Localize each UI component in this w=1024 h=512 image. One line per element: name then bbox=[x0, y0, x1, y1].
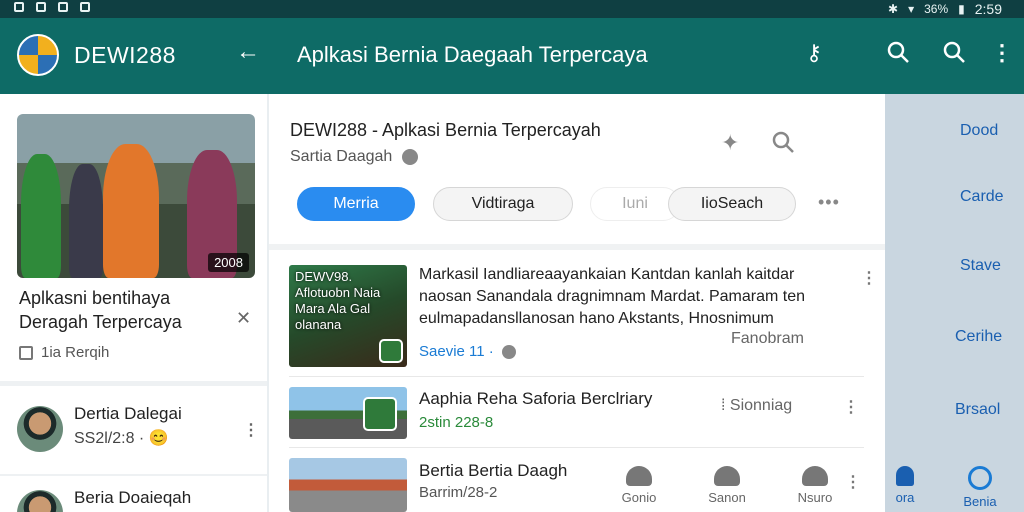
item-thumbnail[interactable] bbox=[289, 458, 407, 512]
item-meta-text: Saevie 11 · bbox=[419, 343, 494, 360]
clock: 2:59 bbox=[974, 1, 1002, 17]
avatar[interactable] bbox=[17, 490, 63, 512]
more-vert-icon[interactable]: ⋮ bbox=[991, 40, 1013, 66]
pipe-icon: ⁞ bbox=[721, 397, 730, 414]
notification-icon bbox=[36, 2, 46, 12]
more-vert-icon[interactable]: ⋮ bbox=[845, 472, 861, 492]
search-icon[interactable] bbox=[771, 130, 795, 160]
main-panel: DEWI288 - Aplkasi Bernia Terpercayah Sar… bbox=[269, 94, 915, 512]
left-panel: 2008 Aplkasni bentihaya Deragah Terperca… bbox=[0, 94, 267, 512]
right-panel: Dood Carde Stave Cerihe Brsaol ora Benia bbox=[885, 94, 1024, 512]
feature-card-title[interactable]: Aplkasni bentihaya Deragah Terpercaya bbox=[19, 286, 229, 334]
nav-right-2[interactable]: Benia bbox=[955, 466, 1005, 509]
contact-name[interactable]: Beria Doaieqah bbox=[74, 488, 191, 508]
content-title: DEWI288 - Aplkasi Bernia Terpercayah bbox=[290, 120, 601, 140]
list-icon bbox=[19, 345, 33, 360]
person-icon bbox=[802, 466, 828, 486]
status-right: ✱ ▾ 36% ▮ 2:59 bbox=[888, 1, 1002, 17]
home-icon bbox=[626, 466, 652, 486]
bookmark-icon bbox=[896, 466, 914, 486]
item-thumbnail[interactable] bbox=[289, 387, 407, 439]
more-horiz-icon[interactable]: ••• bbox=[818, 192, 840, 213]
image-icon bbox=[58, 2, 68, 12]
contact-name[interactable]: Dertia Dalegai bbox=[74, 404, 182, 424]
chip-filter[interactable]: Iuni bbox=[590, 187, 680, 221]
right-menu-item[interactable]: Cerihe bbox=[955, 328, 1002, 346]
more-vert-icon[interactable]: ⋮ bbox=[861, 268, 877, 288]
back-icon[interactable]: ← bbox=[236, 38, 260, 66]
app-icon bbox=[379, 339, 403, 363]
battery-icon: ▮ bbox=[958, 2, 965, 16]
feature-thumbnail[interactable]: 2008 bbox=[17, 114, 255, 278]
verified-icon bbox=[402, 149, 419, 165]
item-meta: Barrim/28-2 bbox=[419, 484, 498, 501]
nav-label: Sanon bbox=[708, 490, 746, 505]
item-meta: 2stin 228-8 bbox=[419, 414, 494, 431]
item-title[interactable]: Bertia Bertia Daagh bbox=[419, 460, 719, 482]
item-side-label-text: Sionniag bbox=[729, 397, 793, 414]
right-menu-item[interactable]: Brsaol bbox=[955, 401, 1000, 419]
nav-label: Gonio bbox=[621, 490, 657, 505]
content-subtitle-text: Sartia Daagah bbox=[290, 148, 393, 165]
search-icon[interactable] bbox=[886, 40, 910, 70]
chip-filter[interactable]: Merria bbox=[297, 187, 415, 221]
chip-filter[interactable]: Vidtiraga bbox=[433, 187, 573, 221]
nav-right-1[interactable]: ora bbox=[885, 466, 925, 505]
close-icon[interactable]: ✕ bbox=[236, 308, 251, 329]
nav-profile[interactable]: Nsuro bbox=[785, 466, 845, 505]
divider bbox=[0, 474, 267, 476]
emoji-icon: 😊 bbox=[148, 430, 169, 447]
nav-label: Benia bbox=[963, 494, 997, 509]
contact-sub-text: SS2l/2:8 · bbox=[74, 430, 145, 447]
contact-sub: SS2l/2:8 · 😊 bbox=[74, 428, 169, 448]
right-menu-item[interactable]: Stave bbox=[960, 257, 1001, 275]
nav-label: Nsuro bbox=[797, 490, 833, 505]
divider bbox=[269, 244, 885, 250]
item-description[interactable]: Markasil Iandliareaayankaian Kantdan kan… bbox=[419, 264, 844, 330]
item-side-label: ⁞ Sionniag bbox=[721, 397, 792, 415]
right-menu-item[interactable]: Carde bbox=[960, 188, 1004, 206]
divider bbox=[289, 376, 864, 377]
more-vert-icon[interactable]: ⋮ bbox=[243, 420, 259, 440]
thumbnail-caption: DEWV98. Aflotuobn Naia Mara Ala Gal olan… bbox=[295, 269, 381, 332]
sparkle-icon[interactable]: ✦ bbox=[721, 130, 739, 156]
brand-name: DEWI288 bbox=[74, 42, 176, 68]
status-left-icons bbox=[14, 2, 90, 12]
nav-label: ora bbox=[895, 490, 915, 505]
key-icon[interactable]: ⚷ bbox=[806, 40, 822, 66]
notification-icon bbox=[14, 2, 24, 12]
info-icon bbox=[501, 344, 516, 359]
bluetooth-icon: ✱ bbox=[888, 2, 899, 16]
chip-filter[interactable]: IioSeach bbox=[668, 187, 796, 221]
item-thumbnail[interactable]: DEWV98. Aflotuobn Naia Mara Ala Gal olan… bbox=[289, 265, 407, 367]
status-bar: ✱ ▾ 36% ▮ 2:59 bbox=[0, 0, 1024, 18]
compass-icon bbox=[968, 466, 992, 490]
search-icon[interactable] bbox=[942, 40, 966, 70]
divider bbox=[289, 447, 864, 448]
right-menu-item[interactable]: Dood bbox=[960, 122, 998, 140]
app-bar: DEWI288 ← Aplkasi Bernia Daegaah Terperc… bbox=[0, 18, 1024, 94]
phone-icon bbox=[80, 2, 90, 12]
feature-card-meta-text: 1ia Rerqih bbox=[41, 344, 110, 361]
page-title: Aplkasi Bernia Daegaah Terpercaya bbox=[297, 42, 648, 67]
wifi-icon: ▾ bbox=[908, 2, 915, 16]
content-subtitle: Sartia Daagah bbox=[290, 148, 419, 166]
avatar[interactable] bbox=[17, 406, 63, 452]
battery-level: 36% bbox=[924, 2, 949, 16]
app-icon bbox=[363, 397, 397, 431]
app-logo[interactable] bbox=[17, 34, 59, 76]
nav-home[interactable]: Gonio bbox=[609, 466, 669, 505]
item-meta: Saevie 11 · bbox=[419, 343, 516, 360]
thumbnail-badge: 2008 bbox=[208, 253, 249, 272]
feature-card-meta: 1ia Rerqih bbox=[19, 344, 109, 361]
more-vert-icon[interactable]: ⋮ bbox=[843, 397, 859, 417]
divider bbox=[0, 381, 267, 386]
person-icon bbox=[714, 466, 740, 486]
item-side-label: Fanobram bbox=[731, 330, 804, 347]
nav-search[interactable]: Sanon bbox=[697, 466, 757, 505]
